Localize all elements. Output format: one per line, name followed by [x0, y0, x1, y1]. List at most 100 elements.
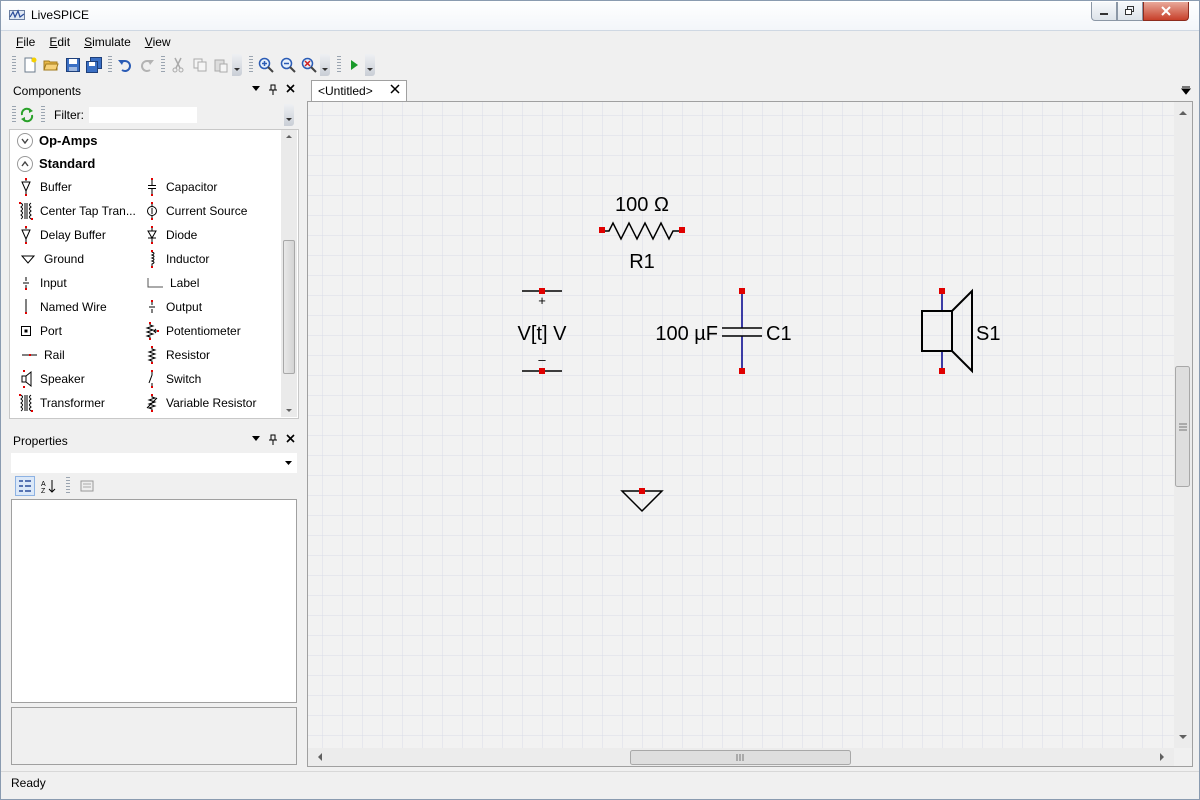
menu-view[interactable]: View: [138, 33, 178, 53]
component-speaker[interactable]: Speaker: [9, 367, 135, 391]
property-grid[interactable]: [11, 499, 297, 703]
terminal[interactable]: [599, 227, 605, 233]
component-variable-resistor[interactable]: Variable Resistor: [135, 391, 285, 415]
terminal[interactable]: [739, 288, 745, 294]
component-rail[interactable]: Rail: [9, 343, 135, 367]
tab-list-menu-icon[interactable]: [1181, 85, 1191, 95]
terminal[interactable]: [739, 368, 745, 374]
component-potentiometer[interactable]: Potentiometer: [135, 319, 285, 343]
close-panel-icon[interactable]: [286, 434, 295, 443]
new-button[interactable]: [19, 54, 40, 76]
close-panel-icon[interactable]: [286, 84, 295, 93]
component-center-tap-transformer[interactable]: Center Tap Tran...: [9, 199, 135, 223]
standard-components-grid: Buffer Capacitor Center Tap Tran... Curr…: [9, 175, 285, 415]
save-all-button[interactable]: [83, 54, 104, 76]
rail-icon: [22, 354, 37, 356]
component-transformer[interactable]: Transformer: [9, 391, 135, 415]
panel-menu-icon[interactable]: [252, 84, 260, 92]
edit-toolbar-overflow[interactable]: [231, 54, 242, 76]
component-named-wire[interactable]: Named Wire: [9, 295, 135, 319]
restore-icon: [1125, 6, 1134, 15]
component-port[interactable]: Port: [9, 319, 135, 343]
transformer-icon: [19, 394, 33, 412]
undo-button[interactable]: [115, 54, 136, 76]
pin-icon[interactable]: [268, 84, 278, 95]
zoom-out-button[interactable]: [277, 54, 298, 76]
component-ground[interactable]: Ground: [9, 247, 135, 271]
panel-menu-icon[interactable]: [252, 434, 260, 442]
terminal[interactable]: [679, 227, 685, 233]
cut-icon: [172, 57, 184, 73]
components-toolbar: Filter:: [9, 103, 299, 127]
chevron-down-icon: [17, 132, 33, 149]
paste-button[interactable]: [210, 54, 231, 76]
group-standard[interactable]: Standard: [9, 152, 285, 175]
component-output[interactable]: Output: [135, 295, 285, 319]
terminal[interactable]: [539, 368, 545, 374]
scroll-down-icon[interactable]: [281, 405, 297, 417]
terminal[interactable]: [939, 368, 945, 374]
component-resistor[interactable]: Resistor: [135, 343, 285, 367]
view-toolbar-overflow[interactable]: [320, 54, 330, 76]
copy-icon: [193, 58, 207, 72]
filter-input[interactable]: [88, 106, 198, 124]
component-current-source[interactable]: Current Source: [135, 199, 285, 223]
redo-icon: [140, 60, 154, 72]
property-pages-button[interactable]: [77, 476, 97, 496]
maximize-button[interactable]: [1117, 2, 1143, 21]
schematic-editor[interactable]: 100 Ω R1 + V[t] V – 100 µF C1 S1: [307, 101, 1193, 767]
toolbar-grip[interactable]: [12, 56, 16, 74]
close-window-button[interactable]: [1143, 2, 1189, 21]
components-scrollbar[interactable]: [281, 130, 297, 417]
component-delay-buffer[interactable]: Delay Buffer: [9, 223, 135, 247]
terminal[interactable]: [639, 488, 645, 494]
tab-untitled[interactable]: <Untitled>: [311, 80, 407, 101]
simulate-button[interactable]: [344, 54, 365, 76]
minimize-button[interactable]: [1091, 2, 1117, 21]
simulate-toolbar-overflow[interactable]: [365, 54, 375, 76]
categorized-button[interactable]: [15, 476, 35, 496]
group-op-amps[interactable]: Op-Amps: [9, 129, 285, 152]
new-document-icon: [24, 57, 37, 73]
canvas-horizontal-scrollbar[interactable]: [308, 748, 1174, 766]
menu-file[interactable]: File: [9, 33, 42, 53]
component-input[interactable]: Input: [9, 271, 135, 295]
menu-edit[interactable]: Edit: [42, 33, 77, 53]
scroll-thumb[interactable]: [283, 240, 295, 374]
component-label[interactable]: Label: [135, 271, 285, 295]
open-button[interactable]: [40, 54, 61, 76]
component-inductor[interactable]: Inductor: [135, 247, 285, 271]
menu-simulate[interactable]: Simulate: [77, 33, 138, 53]
chevron-down-icon: [285, 461, 292, 465]
components-toolbar-overflow[interactable]: [284, 104, 294, 126]
component-buffer[interactable]: Buffer: [9, 175, 135, 199]
toolbar-separator: [41, 106, 45, 124]
close-tab-icon[interactable]: [390, 84, 400, 94]
save-all-icon: [86, 57, 103, 73]
canvas-vertical-scrollbar[interactable]: [1174, 102, 1192, 748]
main-window: LiveSPICE File Edit Simulate View Compon…: [0, 0, 1200, 800]
property-description-area: [11, 707, 297, 765]
label-icon: [147, 278, 163, 288]
save-button[interactable]: [62, 54, 83, 76]
resistor-value-label: 100 Ω: [615, 194, 669, 216]
component-switch[interactable]: Switch: [135, 367, 285, 391]
buffer-icon: [21, 178, 31, 196]
cut-button[interactable]: [168, 54, 189, 76]
zoom-in-button[interactable]: [256, 54, 277, 76]
zoom-fit-button[interactable]: [299, 54, 320, 76]
terminal[interactable]: [939, 288, 945, 294]
component-diode[interactable]: Diode: [135, 223, 285, 247]
schematic-canvas[interactable]: 100 Ω R1 + V[t] V – 100 µF C1 S1: [308, 102, 1192, 766]
properties-panel: Properties AZ: [9, 431, 299, 767]
pin-icon[interactable]: [268, 434, 278, 445]
save-icon: [65, 58, 80, 72]
component-capacitor[interactable]: Capacitor: [135, 175, 285, 199]
redo-button[interactable]: [136, 54, 157, 76]
copy-button[interactable]: [189, 54, 210, 76]
object-selector-combo[interactable]: [11, 453, 297, 473]
refresh-icon[interactable]: [19, 107, 35, 123]
alphabetical-button[interactable]: AZ: [39, 476, 59, 496]
positive-sign: +: [538, 293, 546, 308]
scroll-up-icon[interactable]: [281, 130, 297, 142]
